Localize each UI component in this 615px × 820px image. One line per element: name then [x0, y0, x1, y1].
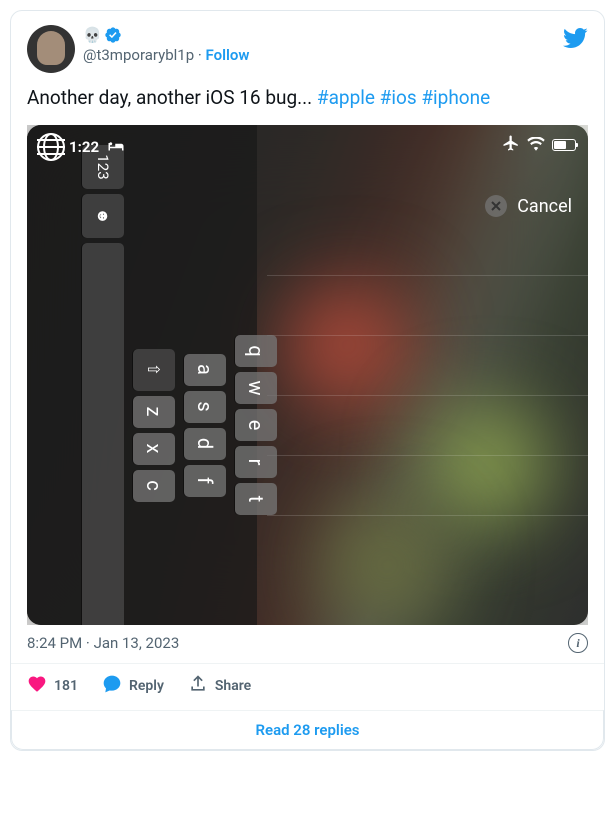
embedded-tweet: 💀 @t3mporarybl1p · Follow Another day, a… — [10, 10, 605, 751]
search-bar-area: Cancel — [485, 195, 588, 217]
key-s[interactable]: s — [184, 391, 226, 423]
reply-label: Reply — [129, 678, 164, 694]
hashtag-ios[interactable]: #ios — [380, 86, 417, 109]
key-emoji[interactable]: ☻ — [82, 194, 124, 238]
user-handle[interactable]: @t3mporarybl1p — [83, 46, 194, 64]
wifi-icon — [527, 136, 545, 155]
like-count: 181 — [54, 678, 78, 694]
verified-badge-icon — [104, 26, 122, 44]
tweet-timestamp[interactable]: 8:24 PM · Jan 13, 2023 — [27, 634, 179, 652]
tweet-text: Another day, another iOS 16 bug... #appl… — [11, 73, 604, 115]
status-time: 1:22 — [69, 138, 99, 156]
like-action[interactable]: 181 — [27, 674, 78, 698]
key-c[interactable]: c — [133, 470, 175, 502]
key-q[interactable]: q — [235, 335, 277, 367]
clear-search-button[interactable] — [485, 195, 507, 217]
result-list-separators — [267, 275, 588, 575]
twitter-logo-icon[interactable] — [562, 25, 588, 55]
info-icon[interactable]: i — [568, 633, 588, 653]
bed-icon — [107, 138, 125, 157]
rotated-keyboard: q w e r t a s d f ⇧ z x c — [73, 145, 277, 625]
follow-link[interactable]: Follow — [206, 46, 250, 64]
user-meta: 💀 @t3mporarybl1p · Follow — [83, 25, 249, 65]
tweet-header: 💀 @t3mporarybl1p · Follow — [11, 11, 604, 73]
hashtag-iphone[interactable]: #iphone — [421, 86, 490, 109]
key-shift[interactable]: ⇧ — [133, 349, 175, 391]
share-icon — [188, 674, 208, 698]
airplane-mode-icon — [502, 134, 520, 156]
key-space[interactable] — [82, 243, 124, 625]
key-f[interactable]: f — [184, 465, 226, 497]
heart-icon — [27, 674, 47, 698]
key-z[interactable]: z — [133, 396, 175, 428]
tweet-actions: 181 Reply Share — [11, 663, 604, 710]
read-replies-button[interactable]: Read 28 replies — [11, 710, 604, 750]
tweet-media[interactable]: 1:22 — [11, 115, 604, 625]
reply-action[interactable]: Reply — [102, 674, 164, 698]
globe-icon — [37, 133, 65, 161]
share-label: Share — [215, 678, 251, 694]
tweet-timestamp-row: 8:24 PM · Jan 13, 2023 i — [11, 625, 604, 655]
share-action[interactable]: Share — [188, 674, 251, 698]
battery-icon — [552, 139, 576, 151]
key-x[interactable]: x — [133, 433, 175, 465]
key-a[interactable]: a — [184, 354, 226, 386]
key-t[interactable]: t — [235, 483, 277, 515]
display-name: 💀 — [83, 25, 102, 45]
hashtag-apple[interactable]: #apple — [317, 86, 375, 109]
key-w[interactable]: w — [235, 372, 277, 404]
reply-icon — [102, 674, 122, 698]
globe-time-indicator: 1:22 — [37, 133, 125, 161]
avatar[interactable] — [27, 25, 75, 73]
cancel-button[interactable]: Cancel — [517, 196, 572, 217]
key-r[interactable]: r — [235, 446, 277, 478]
handle-row: @t3mporarybl1p · Follow — [83, 45, 249, 65]
key-d[interactable]: d — [184, 428, 226, 460]
tweet-body: Another day, another iOS 16 bug... — [27, 86, 317, 109]
key-e[interactable]: e — [235, 409, 277, 441]
display-name-row[interactable]: 💀 — [83, 25, 249, 45]
